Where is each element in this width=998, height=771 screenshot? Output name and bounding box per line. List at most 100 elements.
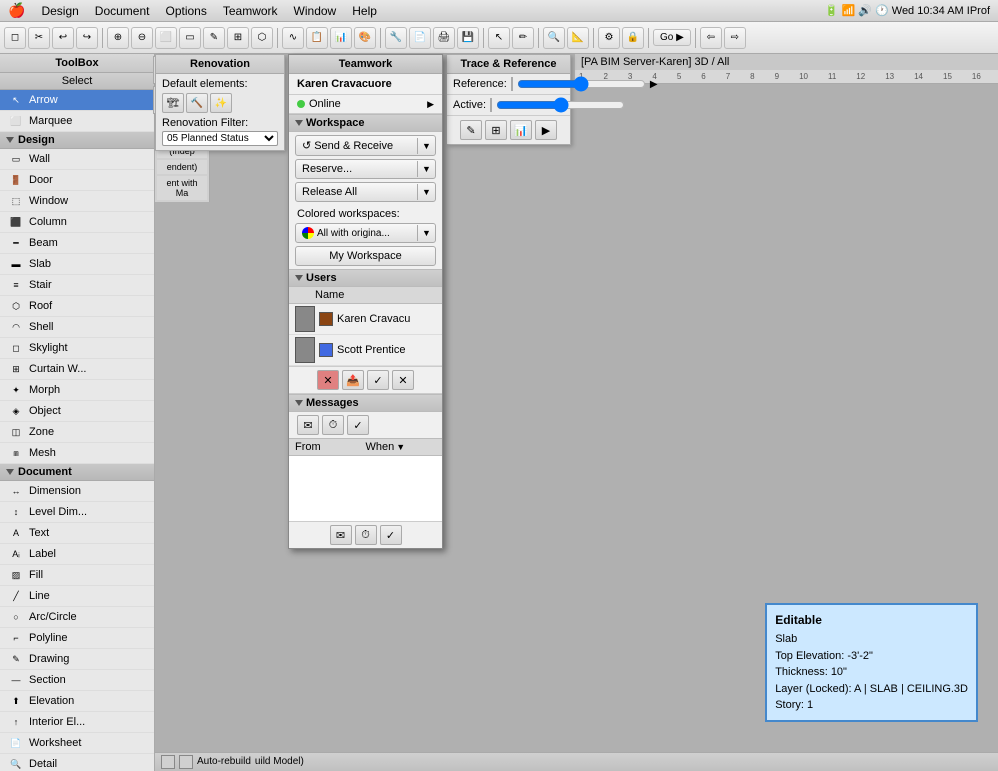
user-send-btn[interactable]: 📤 xyxy=(342,370,364,390)
tool-text[interactable]: A Text xyxy=(0,523,154,544)
tool-drawing[interactable]: ✎ Drawing xyxy=(0,649,154,670)
toolbar-btn-15[interactable]: 🎨 xyxy=(354,27,376,49)
release-all-dropdown[interactable]: ▼ xyxy=(417,184,435,200)
toolbar-btn-back[interactable]: ⇦ xyxy=(700,27,722,49)
active-color-swatch[interactable] xyxy=(490,98,492,112)
menu-teamwork[interactable]: Teamwork xyxy=(215,2,286,20)
toolbar-btn-21[interactable]: ✏ xyxy=(512,27,534,49)
teamwork-status-arrow[interactable]: ▶ xyxy=(427,99,434,110)
renovation-filter-select[interactable]: 05 Planned Status xyxy=(162,131,278,146)
reserve-dropdown[interactable]: ▼ xyxy=(417,161,435,177)
toolbar-btn-24[interactable]: ⚙ xyxy=(598,27,620,49)
tool-beam[interactable]: ━ Beam xyxy=(0,233,154,254)
msg-check-btn[interactable]: ✓ xyxy=(347,415,369,435)
toolbar-go-btn[interactable]: Go ▶ xyxy=(653,29,691,46)
toolbar-btn-22[interactable]: 🔍 xyxy=(543,27,565,49)
toolbar-btn-14[interactable]: 📊 xyxy=(330,27,352,49)
msg-col-from[interactable]: From xyxy=(295,441,366,453)
colored-workspaces-select[interactable]: All with origina... ▼ xyxy=(295,223,436,243)
send-receive-btn[interactable]: ↺ Send & Receive xyxy=(296,136,417,155)
menu-document[interactable]: Document xyxy=(87,2,158,20)
my-workspace-btn[interactable]: My Workspace xyxy=(295,246,436,266)
reno-icon-3[interactable]: ✨ xyxy=(210,93,232,113)
select-tool[interactable]: Select xyxy=(0,73,154,90)
active-opacity-slider[interactable] xyxy=(496,100,625,110)
menu-window[interactable]: Window xyxy=(286,2,345,20)
messages-section-header[interactable]: Messages xyxy=(289,394,442,412)
tool-mesh[interactable]: ⩎ Mesh xyxy=(0,443,154,464)
msg-new-btn[interactable]: ✉ xyxy=(330,525,352,545)
tool-worksheet[interactable]: 📄 Worksheet xyxy=(0,733,154,754)
tool-dimension[interactable]: ↔ Dimension xyxy=(0,481,154,502)
msg-envelope-btn[interactable]: ✉ xyxy=(297,415,319,435)
users-col-name[interactable]: Name xyxy=(315,289,436,301)
status-btn-2[interactable] xyxy=(179,755,193,769)
tool-zone[interactable]: ◫ Zone xyxy=(0,422,154,443)
toolbar-btn-25[interactable]: 🔒 xyxy=(622,27,644,49)
tool-window[interactable]: ⬚ Window xyxy=(0,191,154,212)
tool-marquee[interactable]: ⬜ Marquee xyxy=(0,111,154,132)
reference-arrow[interactable]: ▶ xyxy=(650,79,658,90)
toolbar-btn-12[interactable]: ∿ xyxy=(282,27,304,49)
release-all-btn[interactable]: Release All xyxy=(296,183,417,201)
tool-curtain-wall[interactable]: ⊞ Curtain W... xyxy=(0,359,154,380)
user-remove-btn[interactable]: ✕ xyxy=(317,370,339,390)
toolbar-btn-1[interactable]: ◻ xyxy=(4,27,26,49)
tool-arrow[interactable]: ↖ Arrow xyxy=(0,90,154,111)
tool-shell[interactable]: ◠ Shell xyxy=(0,317,154,338)
colored-workspaces-arrow[interactable]: ▼ xyxy=(417,225,435,241)
tool-object[interactable]: ◈ Object xyxy=(0,401,154,422)
toolbar-btn-18[interactable]: 🖨 xyxy=(433,27,455,49)
apple-icon[interactable]: 🍎 xyxy=(8,2,25,19)
tool-door[interactable]: 🚪 Door xyxy=(0,170,154,191)
toolbar-btn-8[interactable]: ▭ xyxy=(179,27,201,49)
toolbar-btn-2[interactable]: ✂ xyxy=(28,27,50,49)
tool-label[interactable]: Aᵢ Label xyxy=(0,544,154,565)
status-btn-1[interactable] xyxy=(161,755,175,769)
toolbar-btn-9[interactable]: ✎ xyxy=(203,27,225,49)
reference-color-swatch[interactable] xyxy=(511,77,513,91)
document-section-header[interactable]: Document xyxy=(0,464,154,481)
tool-stair[interactable]: ≡ Stair xyxy=(0,275,154,296)
design-section-header[interactable]: Design xyxy=(0,132,154,149)
trace-btn-3[interactable]: 📊 xyxy=(510,120,532,140)
trace-btn-2[interactable]: ⊞ xyxy=(485,120,507,140)
tool-section[interactable]: — Section xyxy=(0,670,154,691)
trace-btn-1[interactable]: ✎ xyxy=(460,120,482,140)
msg-col-when[interactable]: When ▼ xyxy=(366,441,437,453)
toolbar-btn-10[interactable]: ⊞ xyxy=(227,27,249,49)
toolbar-btn-19[interactable]: 💾 xyxy=(457,27,479,49)
menu-design[interactable]: Design xyxy=(33,2,86,20)
reno-icon-1[interactable]: 🏗 xyxy=(162,93,184,113)
toolbar-btn-13[interactable]: 📋 xyxy=(306,27,328,49)
toolbar-btn-7[interactable]: ⬜ xyxy=(155,27,177,49)
menu-help[interactable]: Help xyxy=(344,2,385,20)
toolbar-btn-11[interactable]: ⬡ xyxy=(251,27,273,49)
tool-roof[interactable]: ⬡ Roof xyxy=(0,296,154,317)
tool-arc-circle[interactable]: ○ Arc/Circle xyxy=(0,607,154,628)
tool-interior-el[interactable]: ↑ Interior El... xyxy=(0,712,154,733)
tool-elevation[interactable]: ⬆ Elevation xyxy=(0,691,154,712)
menu-options[interactable]: Options xyxy=(158,2,215,20)
tool-wall[interactable]: ▭ Wall xyxy=(0,149,154,170)
toolbar-btn-6[interactable]: ⊖ xyxy=(131,27,153,49)
reserve-btn[interactable]: Reserve... xyxy=(296,160,417,178)
tool-line[interactable]: ╱ Line xyxy=(0,586,154,607)
tool-fill[interactable]: ▨ Fill xyxy=(0,565,154,586)
tool-skylight[interactable]: ◻ Skylight xyxy=(0,338,154,359)
msg-clock-btn[interactable]: ⏱ xyxy=(322,415,344,435)
reno-icon-2[interactable]: 🔨 xyxy=(186,93,208,113)
toolbar-btn-forward[interactable]: ⇨ xyxy=(724,27,746,49)
tool-slab[interactable]: ▬ Slab xyxy=(0,254,154,275)
user-accept-btn[interactable]: ✓ xyxy=(367,370,389,390)
reference-opacity-slider[interactable] xyxy=(517,79,646,89)
msg-clock2-btn[interactable]: ⏱ xyxy=(355,525,377,545)
toolbar-btn-3[interactable]: ↩ xyxy=(52,27,74,49)
users-section-header[interactable]: Users xyxy=(289,269,442,287)
toolbar-btn-20[interactable]: ↖ xyxy=(488,27,510,49)
toolbar-btn-5[interactable]: ⊕ xyxy=(107,27,129,49)
send-receive-dropdown[interactable]: ▼ xyxy=(417,138,435,154)
toolbar-btn-4[interactable]: ↪ xyxy=(76,27,98,49)
workspace-section-header[interactable]: Workspace xyxy=(289,114,442,132)
toolbar-btn-16[interactable]: 🔧 xyxy=(385,27,407,49)
